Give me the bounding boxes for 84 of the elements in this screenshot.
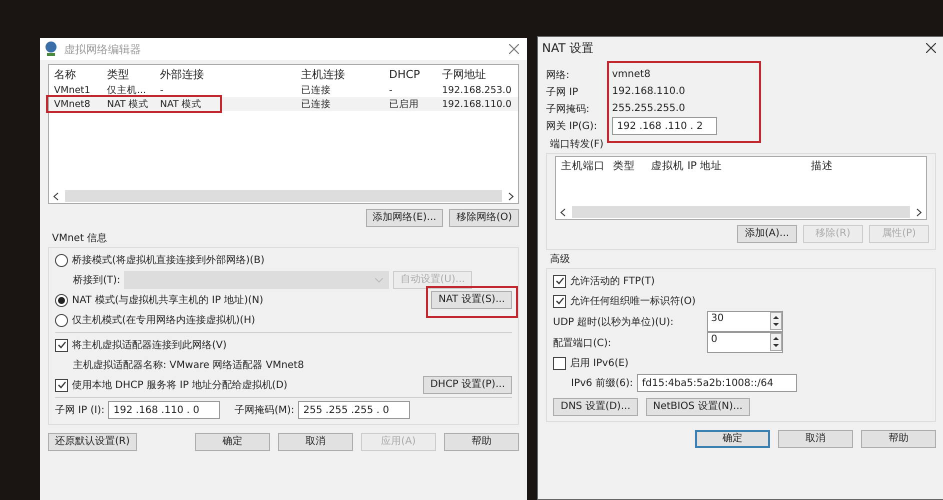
column-header[interactable]: 虚拟机 IP 地址	[651, 159, 811, 173]
table-cell-text: VMnet8	[54, 98, 92, 110]
dialog-button[interactable]: 移除网络(O)	[449, 209, 519, 227]
dialog-button[interactable]: NetBIOS 设置(N)...	[646, 398, 750, 416]
network-row[interactable]: VMnet8 NAT 模式 NAT 模式 已连接 已启用 192.168.110.0	[49, 97, 518, 111]
info-value: 255.255.255.0	[612, 103, 686, 114]
checkbox-label: 使用本地 DHCP 服务将 IP 地址分配给虚拟机(D)	[72, 378, 288, 392]
table-cell-text: 已启用	[389, 98, 420, 110]
radio-label: 桥接模式(将虚拟机直接连接到外部网络)(B)	[72, 254, 264, 267]
table-cell-text: -	[389, 84, 394, 96]
radio-button[interactable]	[55, 254, 68, 266]
dialog-button[interactable]: 确定	[695, 430, 770, 448]
window-title: NAT 设置	[542, 40, 594, 56]
checkbox-label: 允许任何组织唯一标识符(O)	[570, 294, 696, 308]
column-header[interactable]: 类型	[107, 66, 160, 82]
dialog-button[interactable]: 取消	[778, 430, 853, 448]
ipv6-prefix-field[interactable]: fd15:4ba5:5a2b:1008::/64	[636, 374, 797, 392]
group-title: 端口转发(F)	[550, 138, 605, 151]
radio-label: 仅主机模式(在专用网络内连接虚拟机)(H)	[72, 314, 256, 327]
spinner-arrows-icon[interactable]	[770, 312, 782, 330]
column-header[interactable]: 主机端口	[561, 159, 613, 173]
dialog-button[interactable]: DHCP 设置(P)...	[423, 376, 512, 394]
network-row[interactable]: VMnet1 仅主机... - 已连接 - 192.168.253.0	[49, 83, 518, 97]
table-cell-text: 仅主机...	[107, 84, 148, 96]
dialog-button[interactable]: 添加网络(E)...	[366, 209, 444, 227]
field-label: UDP 超时(以秒为单位)(U):	[553, 316, 675, 328]
info-label: 网络:	[546, 68, 570, 82]
dialog-button[interactable]: 帮助	[444, 433, 519, 451]
table-cell-text: 已连接	[301, 84, 332, 96]
network-icon	[44, 41, 58, 57]
dialog-button[interactable]: 确定	[195, 433, 270, 451]
spinner-field[interactable]: 0	[707, 332, 783, 353]
dialog-button[interactable]: 取消	[278, 433, 353, 451]
dialog-button[interactable]: 帮助	[861, 430, 936, 448]
gateway-field[interactable]: 192 .168 .110 . 2	[612, 117, 717, 135]
column-header[interactable]: 名称	[54, 66, 107, 82]
dialog-button[interactable]: NAT 设置(S)...	[431, 291, 512, 309]
radio-button[interactable]	[55, 314, 68, 326]
checkbox[interactable]	[553, 274, 566, 288]
column-header[interactable]: 外部连接	[160, 66, 301, 82]
caret-icon	[375, 278, 384, 282]
column-header[interactable]: 类型	[613, 159, 651, 173]
checkbox[interactable]	[55, 338, 68, 352]
subnet-ip-field[interactable]: 192 .168 .110 . 0	[108, 401, 220, 419]
field-label: 配置端口(C):	[553, 336, 612, 350]
info-value: 192.168.110.0	[612, 86, 686, 97]
table-cell-text: VMnet1	[54, 84, 92, 96]
table-cell-text: NAT 模式	[160, 98, 203, 110]
table-cell-text: -	[160, 84, 164, 96]
checkbox-label: 启用 IPv6(E)	[570, 356, 629, 370]
field-label: 网关 IP(G):	[546, 120, 598, 133]
dialog-button[interactable]: DNS 设置(D)...	[553, 398, 638, 416]
info-label: 子网掩码:	[546, 102, 590, 116]
table-cell-text: 192.168.253.0	[442, 84, 513, 96]
spinner-field[interactable]: 30	[707, 311, 783, 332]
field-label: 子网掩码(M):	[234, 404, 294, 417]
checkbox[interactable]	[553, 294, 566, 308]
subnet-mask-field[interactable]: 255 .255 .255 . 0	[298, 401, 410, 419]
group-title: VMnet 信息	[52, 232, 108, 245]
adapter-name-text: 主机虚拟适配器名称: VMware 网络适配器 VMnet8	[73, 358, 304, 372]
checkbox-label: 将主机虚拟适配器连接到此网络(V)	[72, 338, 227, 352]
dialog-button[interactable]: 还原默认设置(R)	[48, 433, 137, 451]
dialog-button[interactable]: 添加(A)...	[737, 225, 797, 243]
table-cell-text: 已连接	[301, 98, 332, 110]
checkbox[interactable]	[55, 378, 68, 392]
group-title: 高级	[550, 252, 571, 266]
field-label: 子网 IP (I):	[55, 404, 104, 417]
radio-button[interactable]	[55, 294, 68, 306]
table-cell-text: 192.168.110.0	[442, 98, 513, 110]
column-header[interactable]: DHCP	[389, 68, 442, 80]
column-header[interactable]: 主机连接	[301, 66, 389, 82]
checkbox-label: 允许活动的 FTP(T)	[570, 274, 655, 288]
field-label: IPv6 前缀(6):	[571, 377, 633, 390]
field-label: 桥接到(T):	[73, 274, 120, 287]
radio-label: NAT 模式(与虚拟机共享主机的 IP 地址)(N)	[72, 294, 264, 307]
info-value: vmnet8	[612, 69, 650, 80]
table-cell-text: NAT 模式	[107, 98, 150, 110]
close-icon[interactable]	[926, 43, 936, 53]
column-header[interactable]: 子网地址	[442, 66, 518, 82]
info-label: 子网 IP	[546, 86, 580, 98]
window-title: 虚拟网络编辑器	[64, 42, 141, 56]
checkbox[interactable]	[553, 356, 566, 370]
column-header[interactable]: 描述	[811, 159, 926, 173]
spinner-arrows-icon[interactable]	[770, 333, 782, 351]
